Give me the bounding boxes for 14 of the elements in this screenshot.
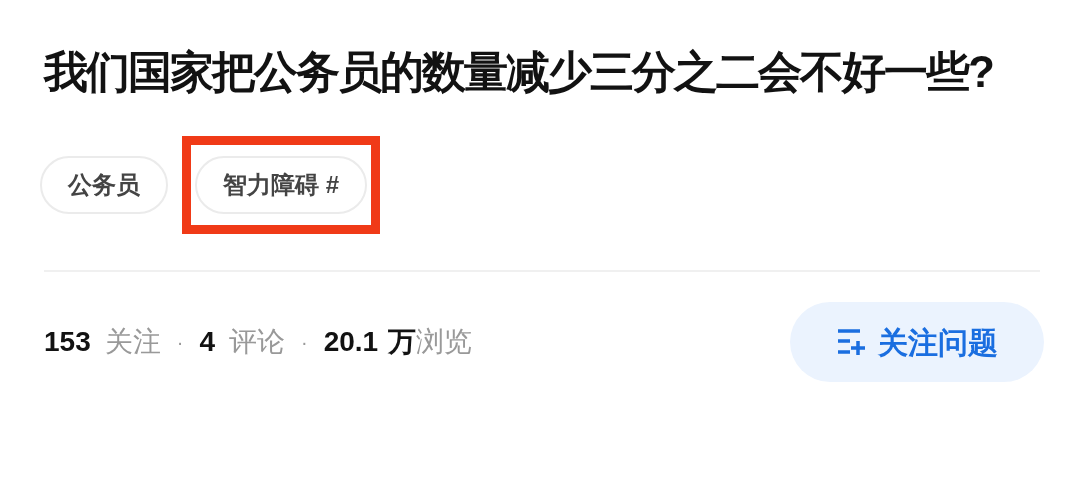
follow-question-button[interactable]: 关注问题 [790,302,1044,382]
question-title: 我们国家把公务员的数量减少三分之二会不好一些? [44,46,994,98]
add-list-icon [836,328,866,356]
stat-label: 关注 [104,325,161,359]
stat-label: 浏览 [416,325,473,359]
stat-count: 4 [199,325,215,359]
stat-label: 评论 [228,325,285,359]
stat-count: 20.1 [323,325,379,359]
topic-tag[interactable]: 公务员 [40,156,168,214]
separator-dot: · [176,330,184,355]
topic-tag[interactable]: 智力障碍 # [195,156,367,214]
separator-dot: · [300,330,308,355]
stat-unit: 万 [388,325,417,359]
stat-count: 153 [44,325,91,359]
